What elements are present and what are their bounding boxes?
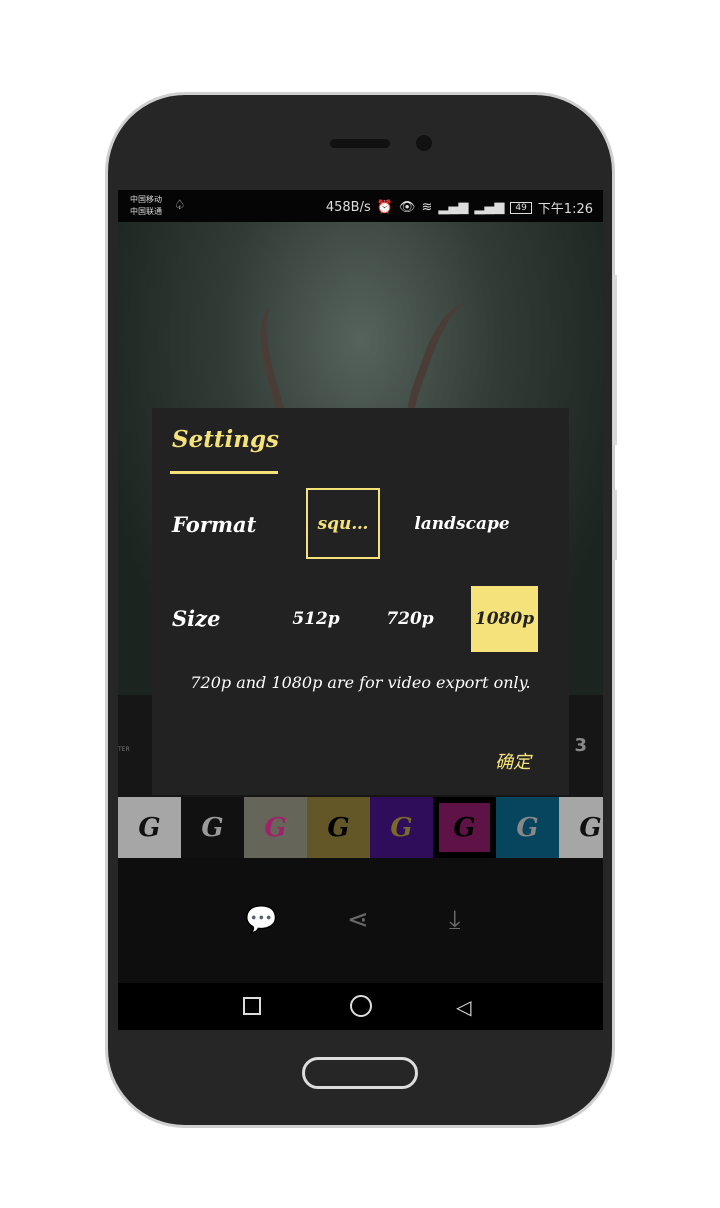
- title-underline: [170, 471, 278, 474]
- format-label: Format: [172, 512, 257, 537]
- signal-icon-2: ▂▄▆: [474, 200, 505, 215]
- color-swatch[interactable]: G: [370, 797, 433, 858]
- power-button: [613, 490, 617, 560]
- dialog-title: Settings: [172, 426, 279, 453]
- carrier-info: 中国移动 中国联通: [130, 194, 162, 218]
- color-swatch[interactable]: G: [244, 797, 307, 858]
- battery-icon: 49: [510, 201, 532, 214]
- size-label: Size: [172, 606, 221, 631]
- size-1080p-option[interactable]: 1080p: [471, 586, 538, 652]
- wifi-icon: ≋: [421, 200, 433, 215]
- speaker: [330, 139, 390, 148]
- download-icon[interactable]: ⤓: [449, 905, 461, 936]
- qq-icon: ♤: [174, 198, 186, 213]
- nav-bar: ◁: [118, 983, 603, 1030]
- color-swatches: GGGGGGGG: [118, 797, 603, 858]
- home-nav-button[interactable]: [350, 995, 372, 1017]
- carrier-1: 中国移动: [130, 195, 162, 204]
- format-landscape-option[interactable]: landscape: [402, 488, 522, 559]
- settings-dialog: Settings Format squ… landscape Size 512p…: [152, 408, 569, 795]
- share-icon[interactable]: ⋖: [347, 905, 369, 935]
- confirm-button[interactable]: 确定: [495, 748, 531, 774]
- size-720p-option[interactable]: 720p: [376, 586, 444, 652]
- color-swatch[interactable]: G: [118, 797, 181, 858]
- back-button[interactable]: ◁: [456, 995, 471, 1019]
- side-number: 3: [574, 735, 587, 756]
- volume-button: [613, 275, 617, 445]
- alarm-icon: ⏰: [376, 200, 393, 215]
- carrier-2: 中国联通: [130, 207, 162, 216]
- home-button[interactable]: [302, 1057, 418, 1089]
- front-camera: [416, 135, 432, 151]
- signal-icon: ▂▄▆: [438, 200, 469, 215]
- clock: 下午1:26: [537, 202, 593, 217]
- color-swatch[interactable]: G: [181, 797, 244, 858]
- color-swatch[interactable]: G: [433, 797, 496, 858]
- status-bar: 中国移动中国联通 ♤ 458B/s ⏰ 👁 ≋ ▂▄▆ ▂▄▆ 49 下午1:2…: [118, 190, 603, 222]
- network-speed: 458B/s: [325, 200, 371, 215]
- format-square-option[interactable]: squ…: [306, 488, 380, 559]
- filter-label: TER: [118, 746, 130, 753]
- eye-icon: 👁: [398, 200, 416, 215]
- recents-button[interactable]: [243, 997, 261, 1015]
- color-swatch[interactable]: G: [307, 797, 370, 858]
- color-swatch[interactable]: G: [559, 797, 603, 858]
- color-swatch[interactable]: G: [496, 797, 559, 858]
- export-note: 720p and 1080p are for video export only…: [190, 673, 531, 692]
- messenger-icon[interactable]: 💬: [245, 905, 277, 935]
- size-512p-option[interactable]: 512p: [282, 586, 350, 652]
